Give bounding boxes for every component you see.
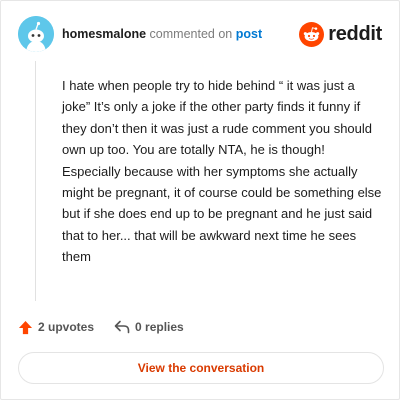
upvote-arrow-icon: [18, 320, 33, 334]
reddit-wordmark: reddit: [328, 22, 382, 45]
comment-text: I hate when people try to hide behind “ …: [62, 78, 382, 265]
reddit-logo[interactable]: reddit: [299, 20, 382, 48]
reply-button[interactable]: 0 replies: [114, 320, 184, 334]
comment-header: homesmalone commented on post reddit: [18, 16, 382, 52]
upvote-count: 2 upvotes: [38, 320, 95, 334]
username[interactable]: homesmalone: [62, 27, 146, 41]
reply-count: 0 replies: [135, 320, 184, 334]
reddit-logo-icon: [299, 21, 325, 47]
view-conversation-button[interactable]: View the conversation: [18, 352, 384, 384]
avatar-snoo-icon: [18, 16, 54, 52]
comment-actions: 2 upvotes 0 replies: [18, 317, 204, 337]
comment-card: homesmalone commented on post reddit I h…: [0, 0, 400, 400]
commented-on-text: commented on: [149, 27, 233, 41]
upvote-button[interactable]: 2 upvotes: [18, 320, 94, 335]
post-link[interactable]: post: [236, 27, 262, 41]
reply-arrow-icon: [114, 320, 130, 334]
avatar[interactable]: [18, 16, 54, 52]
thread-line: [35, 61, 36, 301]
comment-meta: homesmalone commented on post: [62, 27, 262, 41]
